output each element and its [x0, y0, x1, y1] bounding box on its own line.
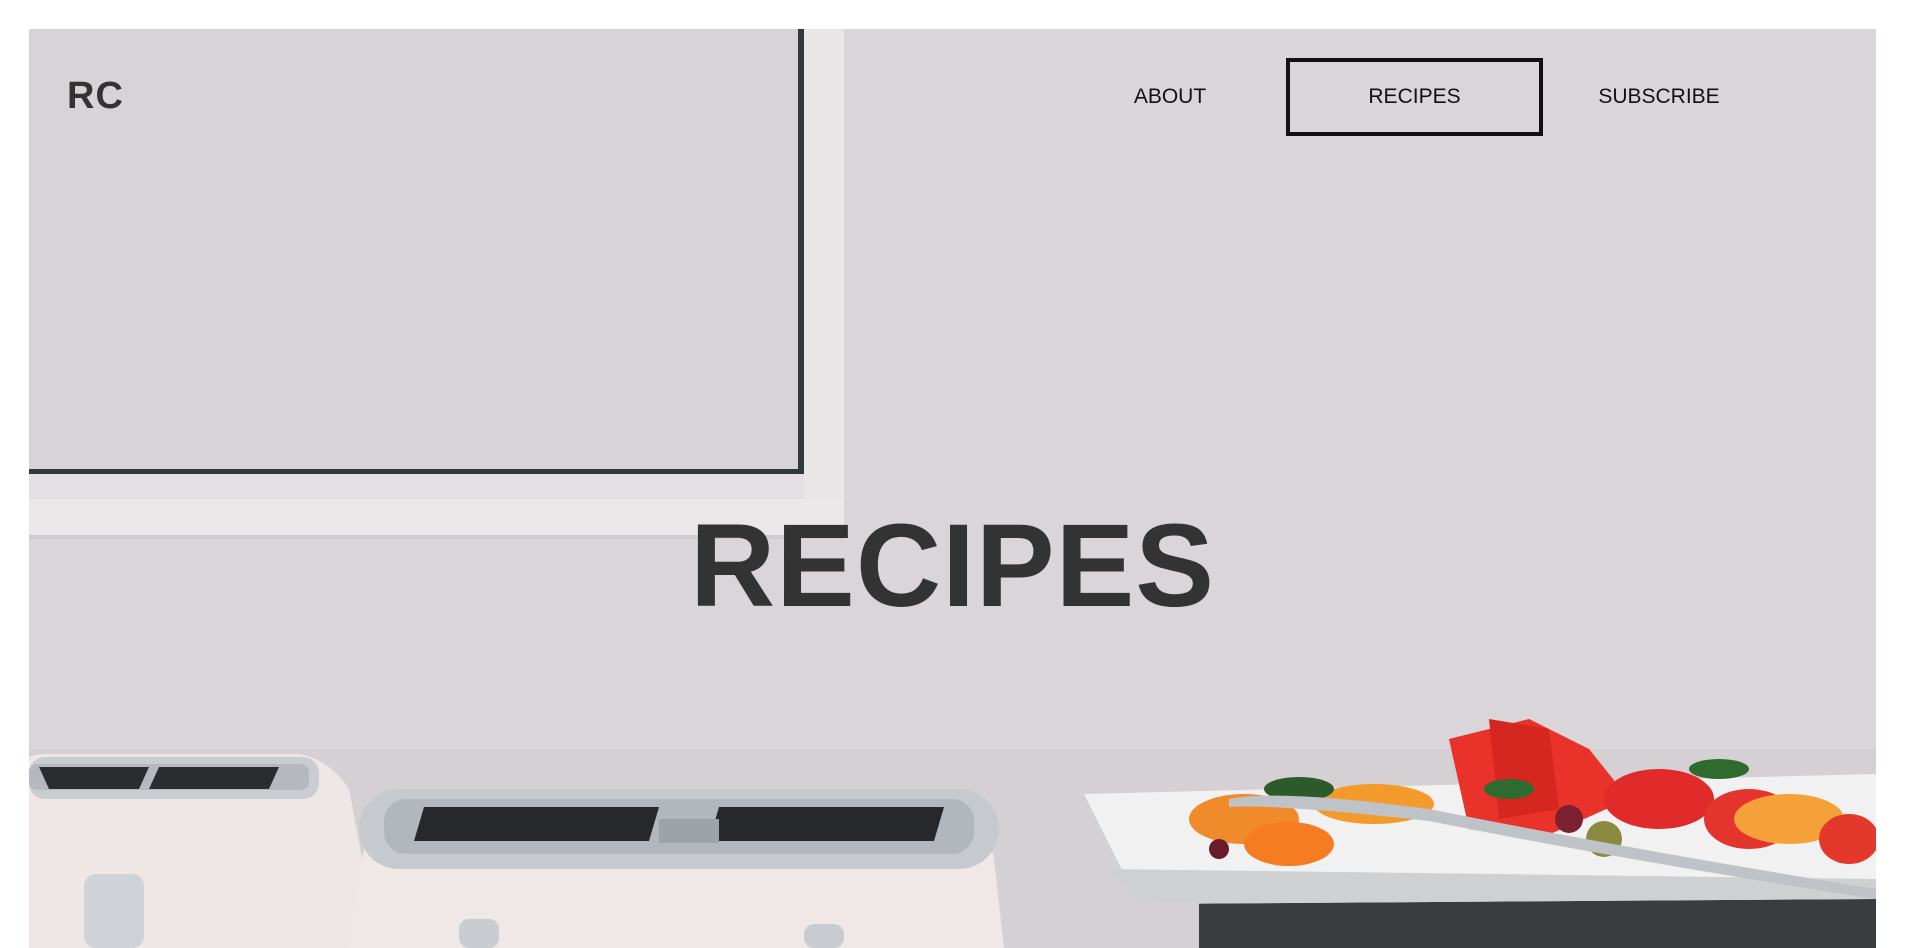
nav-item-recipes[interactable]: RECIPES — [1286, 58, 1543, 136]
nav-item-about[interactable]: ABOUT — [1110, 58, 1230, 136]
hero-background-image — [29, 29, 1876, 948]
toaster-left-illustration — [29, 754, 379, 948]
hero-title: RECIPES — [689, 500, 1216, 632]
hero-section: RC ABOUT RECIPES SUBSCRIBE RECIPES — [29, 29, 1876, 948]
nav-item-subscribe[interactable]: SUBSCRIBE — [1569, 58, 1749, 136]
main-nav: ABOUT RECIPES SUBSCRIBE — [29, 58, 1876, 136]
toaster-middle-illustration — [349, 789, 1004, 948]
